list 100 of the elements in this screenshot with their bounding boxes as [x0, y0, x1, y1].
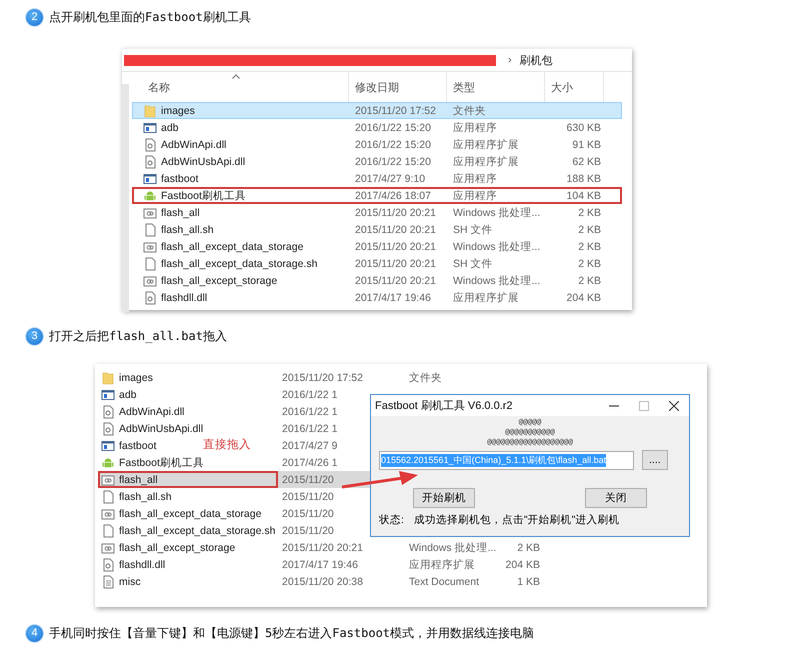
- gear-file-icon: [101, 422, 115, 436]
- dialog-button[interactable]: 开始刷机: [413, 488, 475, 508]
- file-name[interactable]: images: [119, 372, 153, 384]
- file-name[interactable]: flashdll.dll: [161, 292, 208, 304]
- batch-file-icon: [101, 472, 115, 486]
- file-date: 2015/11/20 20:21: [355, 274, 436, 286]
- file-size: 204 KB: [566, 292, 601, 304]
- file-type: 文件夹: [409, 370, 442, 384]
- file-name[interactable]: flashdll.dll: [119, 558, 166, 570]
- file-date: 2015/11/20 20:38: [282, 576, 363, 588]
- file-name[interactable]: Fastboot刷机工具: [119, 456, 204, 470]
- file-date: 2015/11/20: [282, 474, 334, 486]
- file-name[interactable]: fastboot: [161, 172, 198, 184]
- step-number-badge: 3: [26, 328, 43, 344]
- file-row[interactable]: images 2015/11/20 17:52 文件夹: [132, 102, 622, 119]
- batch-file-icon: [101, 540, 115, 554]
- file-size: 2 KB: [578, 240, 601, 252]
- file-date: 2015/11/20 20:21: [355, 258, 436, 270]
- folder-icon: [143, 104, 157, 118]
- file-type: 文件夹: [453, 104, 486, 118]
- file-name[interactable]: fastboot: [119, 440, 156, 452]
- file-date: 2017/4/26 1: [282, 456, 338, 468]
- file-size: 188 KB: [566, 172, 601, 184]
- scrollbar[interactable]: [122, 84, 129, 312]
- file-name[interactable]: AdbWinApi.dll: [119, 406, 184, 418]
- folder-icon: [101, 370, 115, 384]
- file-icon: [143, 256, 157, 270]
- file-date: 2016/1/22 1: [282, 422, 338, 434]
- file-name[interactable]: flash_all_except_data_storage: [119, 508, 262, 520]
- file-name[interactable]: flash_all_except_storage: [161, 274, 278, 286]
- file-type: 应用程序扩展: [453, 138, 519, 152]
- breadcrumb-separator: ›: [508, 54, 512, 66]
- application-icon: [101, 438, 115, 452]
- application-icon: [101, 388, 115, 402]
- application-icon: [143, 120, 157, 134]
- file-date: 2016/1/22 1: [282, 406, 338, 418]
- file-name[interactable]: Fastboot刷机工具: [161, 188, 246, 202]
- file-name[interactable]: images: [161, 104, 195, 116]
- android-icon: [101, 456, 115, 470]
- file-name[interactable]: AdbWinApi.dll: [161, 138, 226, 150]
- file-name[interactable]: flash_all.sh: [161, 224, 214, 236]
- batch-file-icon: [143, 274, 157, 288]
- file-size: 2 KB: [578, 274, 601, 286]
- file-date: 2015/11/20 20:21: [355, 206, 436, 218]
- file-type: 应用程序扩展: [453, 290, 519, 304]
- file-date: 2015/11/20 20:21: [355, 224, 436, 236]
- file-size: 630 KB: [566, 122, 601, 134]
- file-type: SH 文件: [453, 222, 493, 236]
- status-label: 状态:: [379, 513, 404, 527]
- annotation-text: 直接拖入: [203, 438, 251, 452]
- file-name[interactable]: flash_all: [119, 474, 158, 486]
- gear-file-icon: [143, 154, 157, 168]
- file-name[interactable]: flash_all_except_data_storage: [161, 240, 304, 252]
- file-type: Windows 批处理...: [453, 274, 540, 288]
- browse-button[interactable]: ....: [642, 450, 668, 470]
- application-icon: [143, 172, 157, 186]
- step-number-badge: 2: [26, 8, 43, 26]
- file-date: 2015/11/20: [282, 508, 334, 520]
- file-row[interactable]: flash_all 2015/11/20: [98, 471, 370, 488]
- file-name[interactable]: AdbWinUsbApi.dll: [161, 156, 246, 168]
- file-row[interactable]: Fastboot刷机工具 2017/4/26 18:07 应用程序 104 KB: [132, 187, 622, 204]
- file-type: 应用程序扩展: [409, 558, 475, 572]
- file-size: 2 KB: [578, 206, 601, 218]
- file-type: 应用程序: [453, 120, 497, 134]
- file-size: 2 KB: [578, 224, 601, 236]
- step-number-badge: 4: [26, 624, 43, 642]
- gear-file-icon: [101, 558, 115, 572]
- step-text: 点开刷机包里面的Fastboot刷机工具: [49, 8, 251, 26]
- file-name[interactable]: adb: [119, 388, 137, 400]
- file-name[interactable]: flash_all: [161, 206, 200, 218]
- file-name[interactable]: adb: [161, 122, 179, 134]
- dialog-title: Fastboot 刷机工具 V6.0.0.r2: [375, 399, 514, 413]
- file-date: 2015/11/20: [282, 490, 334, 502]
- file-size: 2 KB: [578, 258, 601, 270]
- file-type: SH 文件: [453, 256, 493, 270]
- batch-file-icon: [143, 240, 157, 254]
- file-icon: [101, 524, 115, 538]
- file-name[interactable]: misc: [119, 576, 141, 588]
- file-date: 2016/1/22 1: [282, 388, 338, 400]
- file-name[interactable]: flash_all.sh: [119, 490, 172, 502]
- file-name[interactable]: flash_all_except_data_storage.sh: [119, 524, 276, 536]
- file-date: 2017/4/27 9: [282, 440, 338, 452]
- batch-file-icon: [101, 506, 115, 520]
- file-size: 2 KB: [517, 542, 540, 554]
- status-text: 成功选择刷机包，点击"开始刷机"进入刷机: [414, 513, 620, 527]
- breadcrumb-folder[interactable]: 刷机包: [520, 52, 553, 68]
- batch-file-icon: [143, 206, 157, 220]
- file-size: 104 KB: [566, 190, 601, 202]
- file-name[interactable]: flash_all_except_storage: [119, 542, 236, 554]
- file-type: 应用程序: [453, 172, 497, 186]
- file-name[interactable]: AdbWinUsbApi.dll: [119, 422, 204, 434]
- gear-file-icon: [143, 290, 157, 304]
- file-date: 2017/4/17 19:46: [282, 558, 358, 570]
- file-type: Text Document: [409, 576, 480, 588]
- file-type: 应用程序扩展: [453, 154, 519, 168]
- dialog-button[interactable]: 关闭: [585, 488, 647, 508]
- gear-file-icon: [101, 404, 115, 418]
- file-name[interactable]: flash_all_except_data_storage.sh: [161, 258, 318, 270]
- file-date: 2017/4/26 18:07: [355, 190, 431, 202]
- close-icon[interactable]: [669, 400, 679, 410]
